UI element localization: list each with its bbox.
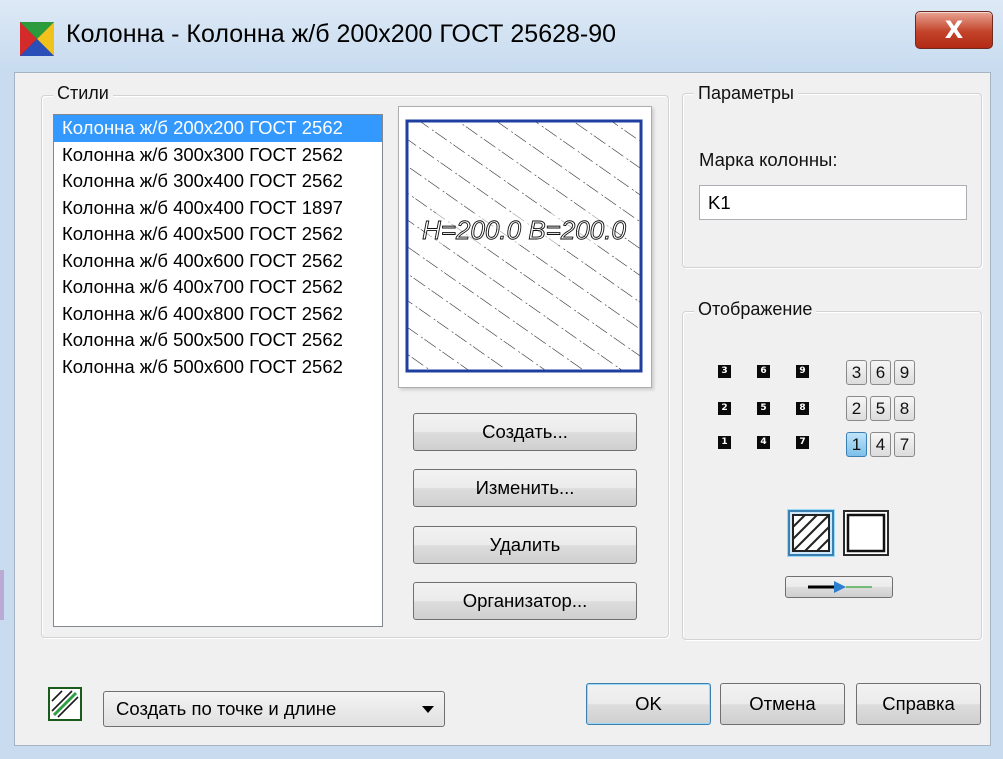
anchor-point-marker: 4 xyxy=(757,436,770,449)
anchor-button-2[interactable]: 2 xyxy=(846,396,867,421)
display-group-label: Отображение xyxy=(694,299,817,320)
app-icon xyxy=(20,22,54,56)
anchor-button-5[interactable]: 5 xyxy=(870,396,891,421)
preview-dimension-label: H=200.0 B=200.0 xyxy=(422,215,626,245)
title-bar[interactable]: Колонна - Колонна ж/б 200х200 ГОСТ 25628… xyxy=(0,0,1003,72)
background-artifact xyxy=(0,570,4,620)
list-item[interactable]: Колонна ж/б 300х300 ГОСТ 2562 xyxy=(54,142,382,169)
list-item[interactable]: Колонна ж/б 300х400 ГОСТ 2562 xyxy=(54,168,382,195)
creation-mode-value: Создать по точке и длине xyxy=(116,698,337,719)
anchor-button-1[interactable]: 1 xyxy=(846,432,867,457)
list-item[interactable]: Колонна ж/б 400х700 ГОСТ 2562 xyxy=(54,274,382,301)
creation-mode-icon[interactable] xyxy=(48,687,82,721)
column-mark-label: Марка колонны: xyxy=(699,149,838,170)
organizer-button[interactable]: Организатор... xyxy=(413,582,637,620)
anchor-point-marker: 9 xyxy=(796,365,809,378)
direction-button[interactable] xyxy=(785,576,893,598)
list-item[interactable]: Колонна ж/б 400х400 ГОСТ 1897 xyxy=(54,195,382,222)
list-item[interactable]: Колонна ж/б 500х600 ГОСТ 2562 xyxy=(54,354,382,381)
anchor-button-8[interactable]: 8 xyxy=(894,396,915,421)
anchor-point-marker: 5 xyxy=(757,402,770,415)
anchor-button-4[interactable]: 4 xyxy=(870,432,891,457)
ok-button[interactable]: OK xyxy=(586,683,711,725)
anchor-point-marker: 6 xyxy=(757,365,770,378)
help-button[interactable]: Справка xyxy=(856,683,981,725)
edit-style-button[interactable]: Изменить... xyxy=(413,469,637,507)
delete-style-button[interactable]: Удалить xyxy=(413,526,637,564)
hatch-icon xyxy=(792,514,830,552)
hatched-fill-toggle[interactable] xyxy=(788,510,834,556)
list-item[interactable]: Колонна ж/б 400х800 ГОСТ 2562 xyxy=(54,301,382,328)
style-preview: H=200.0 B=200.0 xyxy=(398,106,652,388)
dialog-window: Колонна - Колонна ж/б 200х200 ГОСТ 25628… xyxy=(0,0,1003,759)
window-title: Колонна - Колонна ж/б 200х200 ГОСТ 25628… xyxy=(66,20,617,48)
chevron-down-icon xyxy=(422,706,434,713)
empty-square-icon xyxy=(846,513,886,553)
anchor-point-marker: 1 xyxy=(718,436,731,449)
anchor-button-9[interactable]: 9 xyxy=(894,360,915,385)
dialog-client-area: Стили Колонна ж/б 200х200 ГОСТ 2562 Коло… xyxy=(14,72,991,746)
column-mark-input[interactable]: K1 xyxy=(699,185,967,220)
anchor-point-marker: 7 xyxy=(796,436,809,449)
anchor-point-marker: 8 xyxy=(796,402,809,415)
anchor-button-6[interactable]: 6 xyxy=(870,360,891,385)
list-item[interactable]: Колонна ж/б 200х200 ГОСТ 2562 xyxy=(54,115,382,142)
parameters-group xyxy=(682,93,982,268)
close-button[interactable]: X xyxy=(915,11,993,49)
anchor-button-3[interactable]: 3 xyxy=(846,360,867,385)
column-section-preview: H=200.0 B=200.0 xyxy=(405,119,643,373)
styles-group-label: Стили xyxy=(53,83,113,104)
list-item[interactable]: Колонна ж/б 400х600 ГОСТ 2562 xyxy=(54,248,382,275)
arrow-right-icon xyxy=(808,581,872,593)
creation-mode-dropdown[interactable]: Создать по точке и длине xyxy=(103,691,445,727)
close-icon: X xyxy=(944,16,964,44)
styles-listbox[interactable]: Колонна ж/б 200х200 ГОСТ 2562 Колонна ж/… xyxy=(53,114,383,627)
no-fill-toggle[interactable] xyxy=(843,510,889,556)
create-style-button[interactable]: Создать... xyxy=(413,413,637,451)
anchor-point-marker: 3 xyxy=(718,365,731,378)
anchor-point-marker: 2 xyxy=(718,402,731,415)
parameters-group-label: Параметры xyxy=(694,83,798,104)
list-item[interactable]: Колонна ж/б 400х500 ГОСТ 2562 xyxy=(54,221,382,248)
cancel-button[interactable]: Отмена xyxy=(720,683,845,725)
list-item[interactable]: Колонна ж/б 500х500 ГОСТ 2562 xyxy=(54,327,382,354)
anchor-button-7[interactable]: 7 xyxy=(894,432,915,457)
